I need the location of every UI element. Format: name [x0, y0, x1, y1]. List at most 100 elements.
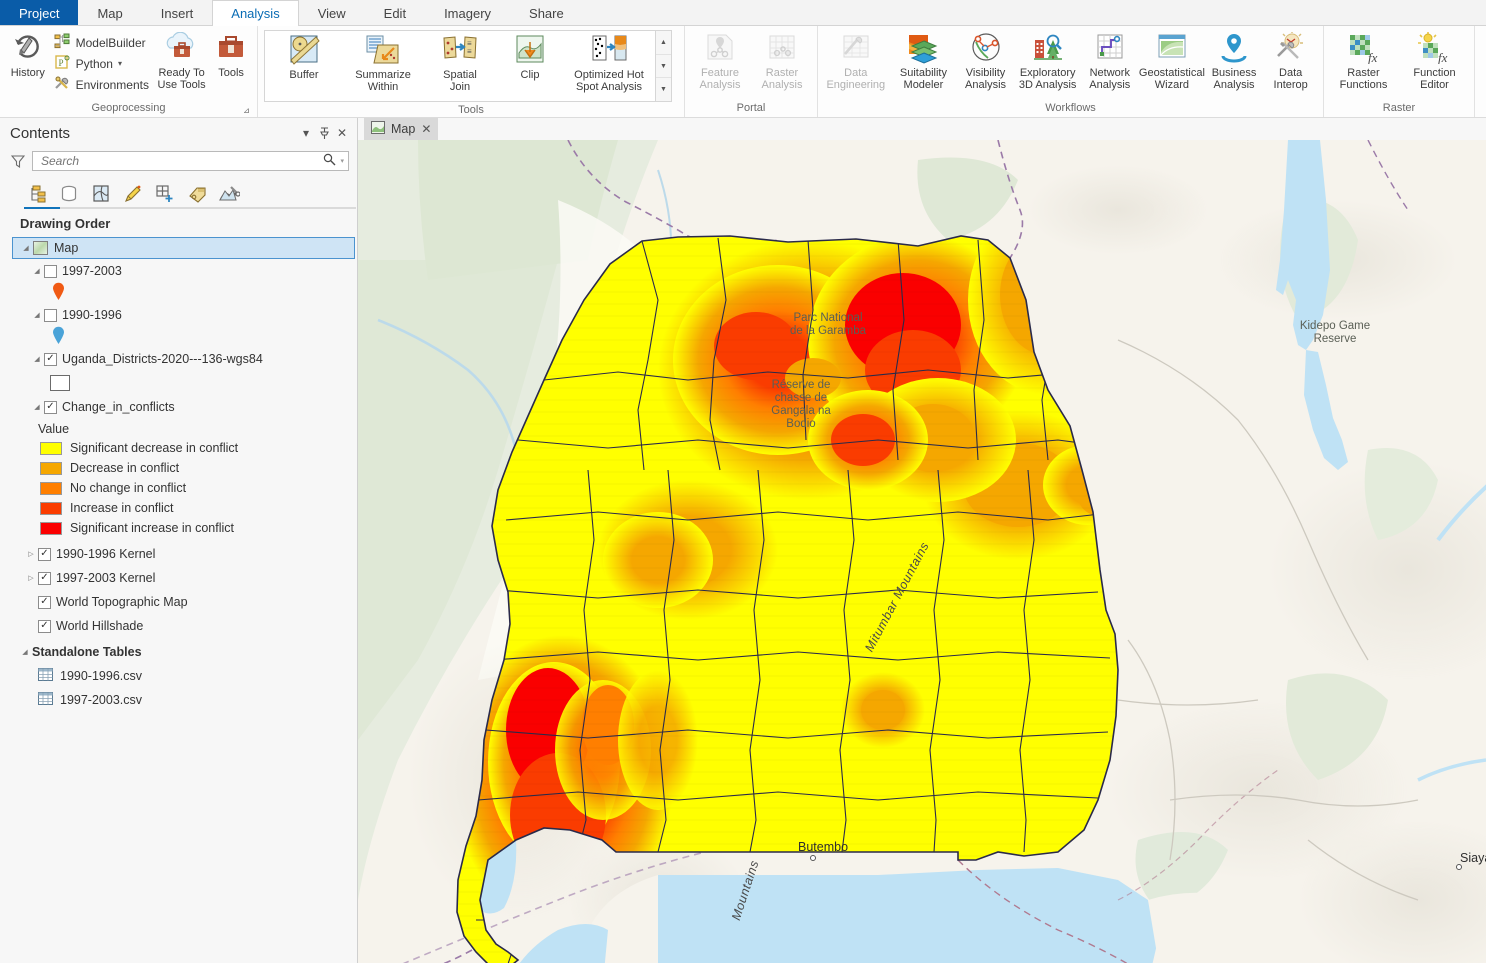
search-icon[interactable] [323, 153, 336, 169]
expander-icon[interactable]: ◢ [19, 241, 33, 255]
scroll-up-icon[interactable]: ▲ [656, 31, 671, 55]
list-by-snapping-icon[interactable] [154, 183, 176, 205]
scroll-down-icon[interactable]: ▼ [656, 54, 671, 79]
standalone-tables-heading[interactable]: ◢ Standalone Tables [12, 640, 357, 664]
ribbon-tab-view[interactable]: View [299, 0, 365, 25]
ribbon-tab-map[interactable]: Map [78, 0, 141, 25]
layer-row-uganda-districts[interactable]: ◢ ✓ Uganda_Districts-2020---136-wgs84 [24, 347, 357, 371]
contents-pane: Contents ▾ ✕ ▾ [0, 118, 358, 963]
expand-gallery-icon[interactable]: ▼ [656, 78, 671, 102]
legend-label: Increase in conflict [70, 501, 174, 515]
expander-icon[interactable]: ◢ [18, 645, 32, 659]
search-box[interactable]: ▾ [32, 151, 349, 171]
python-button[interactable]: P Python ▾ [52, 53, 154, 74]
layer-checkbox[interactable] [44, 308, 57, 322]
tools-gallery: Buffer Summarize Within ≡ ≡ Spatial Join… [264, 30, 672, 102]
ribbon-group-label-geoprocessing: Geoprocessing ⊿ [0, 100, 257, 117]
geostatistical-wizard-button[interactable]: Geostatistical Wizard [1138, 29, 1206, 91]
ribbon-tab-edit[interactable]: Edit [365, 0, 425, 25]
expander-icon[interactable]: ◢ [30, 400, 44, 414]
buffer-button[interactable]: Buffer [265, 31, 343, 101]
symbol-row-1997-2003 [46, 282, 357, 303]
map-graphic [358, 140, 1486, 963]
spatial-join-icon: ≡ ≡ [441, 33, 479, 67]
environments-button[interactable]: Environments [52, 74, 154, 95]
layer-label: 1990-1996 Kernel [56, 547, 156, 561]
layer-row-world-hillshade[interactable]: ▷ ✓ World Hillshade [18, 614, 357, 638]
chevron-down-icon[interactable]: ▾ [118, 59, 122, 68]
legend-swatch [40, 441, 62, 455]
expander-icon[interactable]: ▷ [24, 547, 38, 561]
tools-button[interactable]: Tools [209, 29, 253, 79]
ready-to-use-tools-icon [164, 31, 200, 65]
layer-checkbox[interactable]: ✓ [38, 619, 51, 633]
layer-row-1997-2003[interactable]: ◢ 1997-2003 [24, 259, 357, 283]
search-input[interactable] [39, 153, 324, 169]
expander-icon[interactable]: ▷ [24, 571, 38, 585]
layer-checkbox[interactable] [44, 264, 57, 278]
standalone-table-row-1990-1996[interactable]: 1990-1996.csv [32, 664, 357, 688]
summarize-within-button[interactable]: Summarize Within [343, 31, 423, 101]
filter-icon[interactable] [10, 153, 26, 169]
layer-row-map[interactable]: ◢ Map [12, 237, 355, 259]
close-icon[interactable]: ✕ [333, 124, 351, 142]
layer-row-1990-1996[interactable]: ◢ 1990-1996 [24, 303, 357, 327]
expander-icon[interactable]: ◢ [30, 264, 44, 278]
list-by-labeling-icon[interactable] [186, 183, 208, 205]
layer-row-1997-2003-kernel[interactable]: ▷ ✓ 1997-2003 Kernel [18, 566, 357, 590]
expander-icon[interactable]: ◢ [30, 308, 44, 322]
list-by-diagramming-icon[interactable] [218, 183, 240, 205]
layer-row-world-topographic-map[interactable]: ▷ ✓ World Topographic Map [18, 590, 357, 614]
close-icon[interactable]: ✕ [421, 122, 431, 136]
map-tab-label: Map [391, 122, 416, 136]
list-by-editing-icon[interactable] [122, 183, 144, 205]
svg-text:fx: fx [1368, 50, 1378, 64]
visibility-analysis-button[interactable]: Visibility Analysis [957, 29, 1014, 91]
menu-dropdown-icon[interactable]: ▾ [297, 124, 315, 142]
layer-checkbox[interactable]: ✓ [38, 547, 51, 561]
standalone-table-row-1997-2003[interactable]: 1997-2003.csv [32, 688, 357, 712]
feature-analysis-button[interactable]: Feature Analysis [689, 29, 751, 91]
layer-label: Map [54, 241, 79, 255]
ribbon-tab-project[interactable]: Project [0, 0, 79, 25]
gallery-scrollbar[interactable]: ▲ ▼ ▼ [655, 31, 671, 102]
network-analysis-button[interactable]: Network Analysis [1081, 29, 1138, 91]
modelbuilder-label: ModelBuilder [75, 35, 146, 50]
expander-icon[interactable]: ◢ [30, 352, 44, 366]
layer-checkbox[interactable]: ✓ [38, 571, 51, 585]
main-area: Contents ▾ ✕ ▾ [0, 118, 1486, 963]
pin-icon[interactable] [315, 124, 333, 142]
layer-row-change-in-conflicts[interactable]: ◢ ✓ Change_in_conflicts [24, 395, 357, 419]
data-engineering-button[interactable]: Data Engineering [822, 29, 890, 91]
search-dropdown-icon[interactable]: ▾ [340, 157, 344, 165]
list-by-drawing-order-icon[interactable] [26, 183, 48, 205]
history-button[interactable]: History [4, 29, 52, 79]
layer-checkbox[interactable]: ✓ [44, 352, 57, 366]
layer-row-1990-1996-kernel[interactable]: ▷ ✓ 1990-1996 Kernel [18, 542, 357, 566]
raster-analysis-button[interactable]: Raster Analysis [751, 29, 813, 91]
spatial-join-button[interactable]: ≡ ≡ Spatial Join [423, 31, 497, 101]
business-analysis-button[interactable]: Business Analysis [1206, 29, 1263, 91]
ready-to-use-tools-button[interactable]: Ready To Use Tools [154, 29, 209, 91]
ribbon-group-label-tools: Tools [258, 102, 684, 119]
map-canvas[interactable]: Parc National de la Garamba Réserve de c… [358, 140, 1486, 963]
raster-functions-button[interactable]: fx Raster Functions [1328, 29, 1399, 91]
exploratory-3d-analysis-button[interactable]: Exploratory 3D Analysis [1014, 29, 1082, 91]
ribbon-tab-share[interactable]: Share [510, 0, 583, 25]
layer-checkbox[interactable]: ✓ [44, 400, 57, 414]
modelbuilder-button[interactable]: ModelBuilder [52, 32, 154, 53]
clip-button[interactable]: Clip [497, 31, 563, 101]
ribbon-tab-analysis[interactable]: Analysis [212, 0, 299, 26]
suitability-modeler-button[interactable]: Suitability Modeler [890, 29, 958, 91]
function-editor-button[interactable]: fx Function Editor [1399, 29, 1470, 91]
list-by-data-source-icon[interactable] [58, 183, 80, 205]
map-view-tab[interactable]: Map ✕ [364, 118, 439, 140]
list-by-selection-icon[interactable] [90, 183, 112, 205]
layer-checkbox[interactable]: ✓ [38, 595, 51, 609]
ribbon-tab-imagery[interactable]: Imagery [425, 0, 510, 25]
dialog-launcher-icon[interactable]: ⊿ [242, 106, 251, 115]
optimized-hot-spot-analysis-button[interactable]: Optimized Hot Spot Analysis [563, 31, 655, 101]
ribbon-tab-label: Map [97, 5, 123, 21]
ribbon-tab-insert[interactable]: Insert [142, 0, 213, 25]
data-interop-button[interactable]: Data Interop [1262, 29, 1319, 91]
